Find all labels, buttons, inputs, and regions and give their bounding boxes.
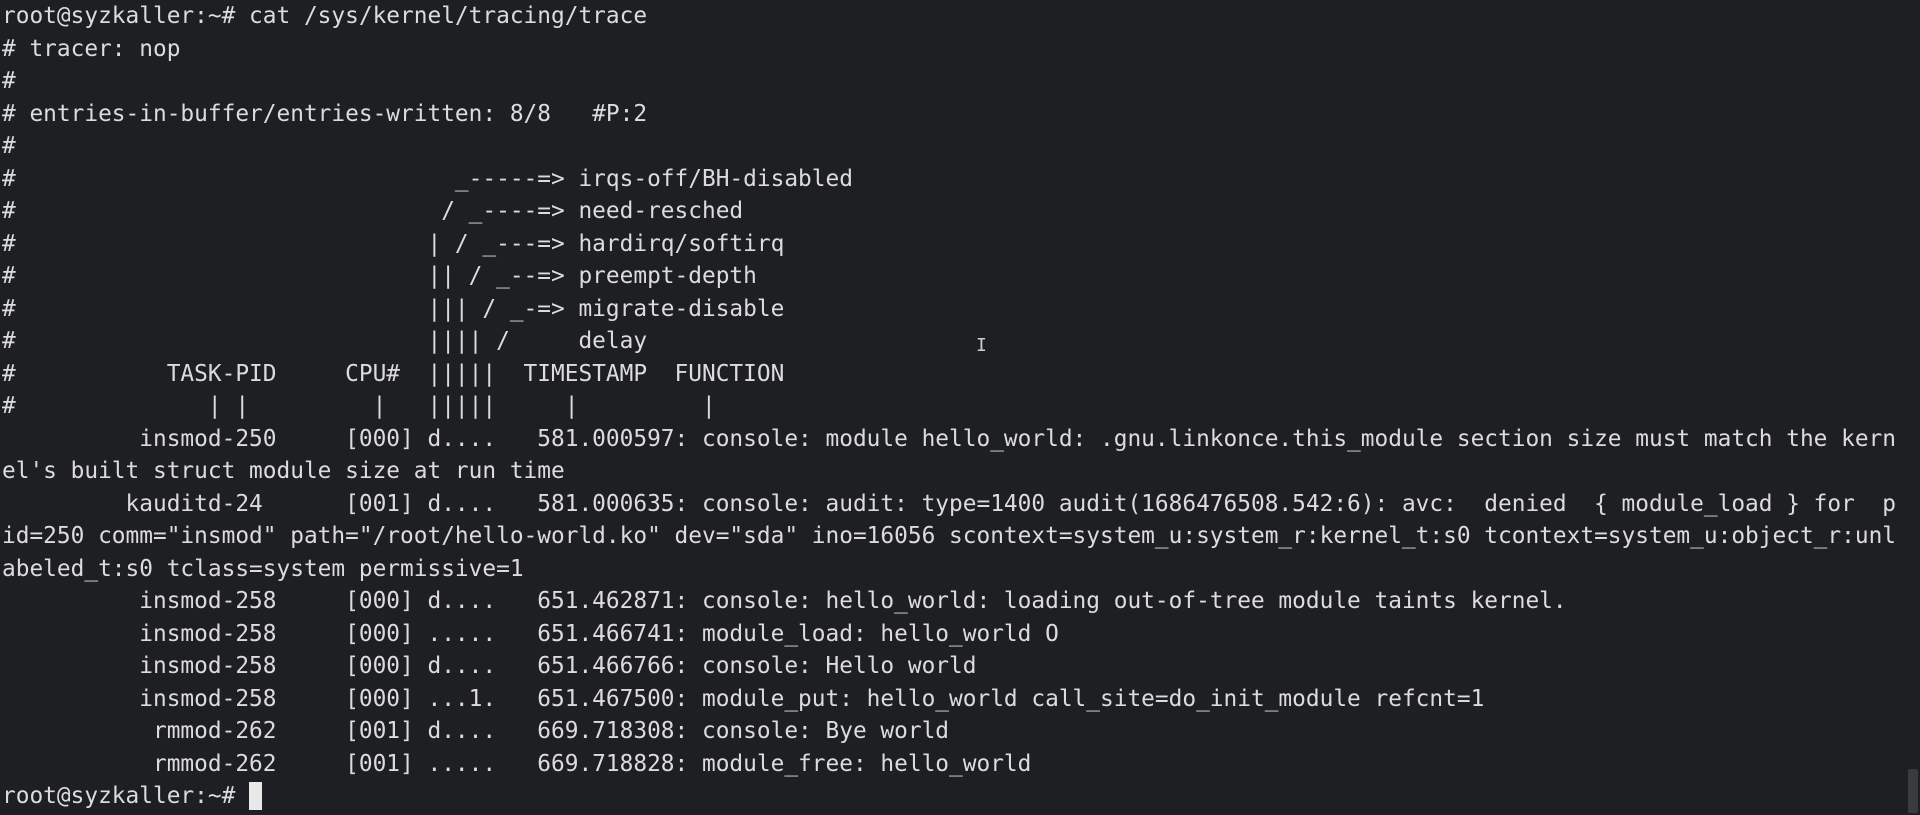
vertical-scrollbar[interactable]	[1906, 0, 1920, 815]
terminal-line: # ||| / _-=> migrate-disable	[2, 295, 785, 322]
terminal-line: rmmod-262 [001] d.... 669.718308: consol…	[2, 718, 950, 744]
terminal-line: kauditd-24 [001] d.... 581.000635: conso…	[2, 490, 1897, 517]
terminal-line: insmod-250 [000] d.... 581.000597: conso…	[2, 425, 1897, 452]
terminal-line: rmmod-262 [001] ..... 669.718828: module…	[2, 750, 1032, 777]
terminal-line: root@syzkaller:~# cat /sys/kernel/tracin…	[2, 3, 648, 29]
terminal-line: # tracer: nop	[2, 35, 181, 62]
terminal-line: insmod-258 [000] d.... 651.462871: conso…	[2, 588, 1567, 614]
terminal-line: # || / _--=> preempt-depth	[2, 263, 757, 289]
terminal-line: # | | | ||||| | |	[2, 393, 716, 419]
terminal-line: # entries-in-buffer/entries-written: 8/8…	[2, 100, 648, 127]
command-prompt-line[interactable]: root@syzkaller:~#	[2, 780, 1920, 813]
terminal-line: insmod-258 [000] d.... 651.466766: conso…	[2, 653, 977, 679]
terminal-line: # TASK-PID CPU# ||||| TIMESTAMP FUNCTION	[2, 360, 785, 387]
terminal-line: # _-----=> irqs-off/BH-disabled	[2, 165, 853, 192]
terminal-line: # | / _---=> hardirq/softirq	[2, 230, 785, 257]
terminal-line: insmod-258 [000] ..... 651.466741: modul…	[2, 620, 1059, 647]
terminal-line: # / _----=> need-resched	[2, 198, 744, 224]
scrollbar-thumb[interactable]	[1908, 769, 1918, 813]
shell-prompt: root@syzkaller:~#	[2, 783, 250, 809]
terminal-line: # |||| / delay	[2, 328, 648, 354]
text-cursor	[249, 782, 263, 811]
ibeam-cursor-icon: I	[976, 335, 987, 356]
terminal-line: abeled_t:s0 tclass=system permissive=1	[2, 555, 524, 582]
terminal-line: id=250 comm="insmod" path="/root/hello-w…	[2, 523, 1897, 549]
terminal-window[interactable]: root@syzkaller:~# cat /sys/kernel/tracin…	[0, 0, 1920, 815]
terminal-line: insmod-258 [000] ...1. 651.467500: modul…	[2, 685, 1485, 712]
terminal-line: #	[2, 68, 16, 94]
terminal-output: root@syzkaller:~# cat /sys/kernel/tracin…	[2, 0, 1920, 780]
terminal-line: el's built struct module size at run tim…	[2, 458, 565, 484]
terminal-line: #	[2, 133, 16, 159]
